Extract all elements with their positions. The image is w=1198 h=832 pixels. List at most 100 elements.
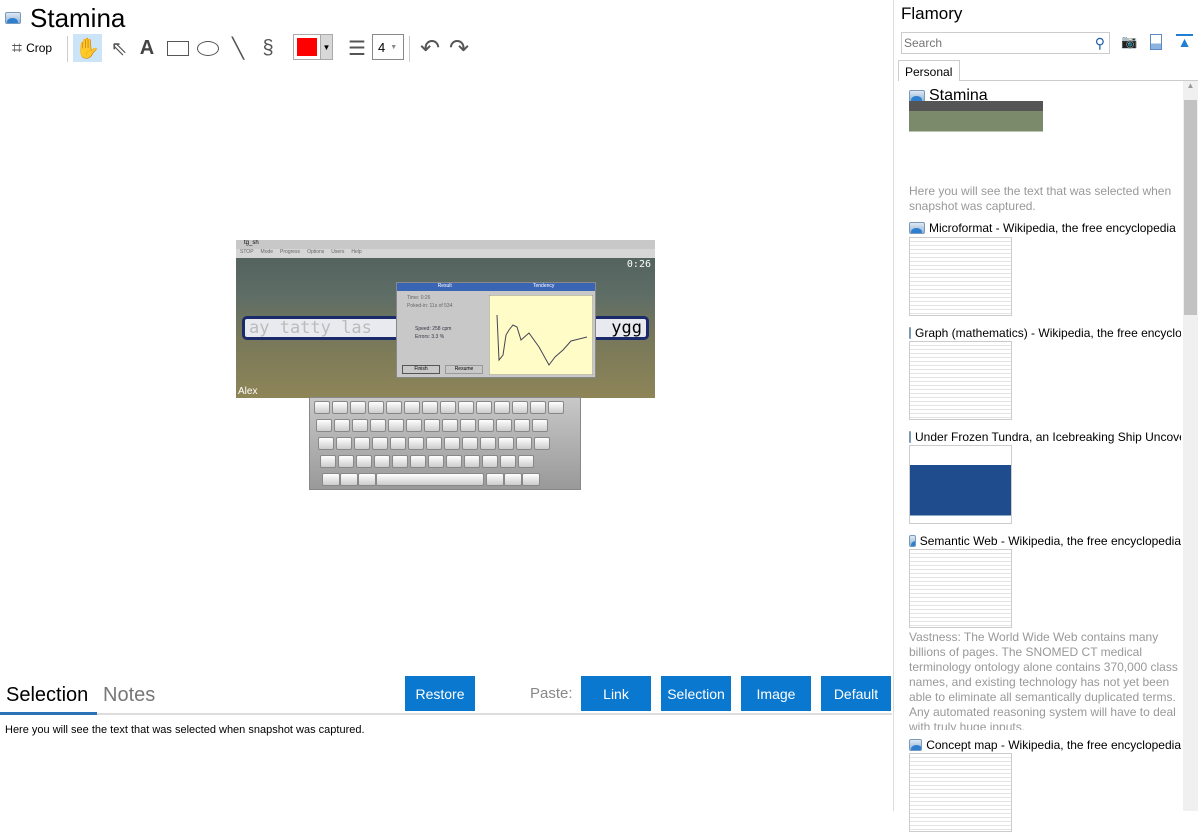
paste-link-button[interactable]: Link (581, 676, 651, 711)
snapshot-key (354, 437, 370, 450)
text-icon: A (139, 36, 155, 59)
line-width-icon: ☰ (348, 37, 366, 60)
camera-icon[interactable]: 📷 (1121, 34, 1137, 50)
search-icon[interactable]: ⚲ (1095, 35, 1109, 52)
snapshot-key (314, 401, 330, 414)
snapshot-key (338, 455, 354, 468)
snapshot-key (388, 419, 404, 432)
line-width-select[interactable]: 4 ▼ (372, 34, 404, 60)
snapshot-key (390, 437, 406, 450)
list-item-thumbnail[interactable] (909, 341, 1012, 420)
list-item-thumbnail[interactable] (909, 101, 1043, 152)
search-field[interactable]: ⚲ (901, 32, 1110, 54)
list-item-thumbnail[interactable] (909, 445, 1012, 524)
crop-button[interactable]: ⌗ Crop (6, 34, 58, 62)
snapshot-key (548, 401, 564, 414)
scroll-up-icon[interactable]: ▲ (1183, 81, 1198, 98)
snapshot-resume: Resume (445, 365, 483, 374)
snapshot-key (336, 437, 352, 450)
freehand-tool-button[interactable]: § (256, 34, 280, 62)
snapshot-user: Alex (238, 386, 258, 397)
snapshot-key (480, 437, 496, 450)
snapshot-key (440, 401, 456, 414)
document-icon[interactable] (1150, 34, 1162, 50)
pointer-icon: ⇖ (110, 37, 128, 60)
snapshot-key (522, 473, 540, 486)
paste-default-button[interactable]: Default (821, 676, 891, 711)
list-item-title[interactable]: Semantic Web - Wikipedia, the free encyc… (909, 534, 1181, 548)
snapshot-key (316, 419, 332, 432)
snapshot-key (352, 419, 368, 432)
divider (97, 713, 892, 715)
snapshot-key (372, 437, 388, 450)
snapshot-keyboard-image (309, 397, 581, 490)
snapshot-tab: Tendency (532, 283, 555, 289)
rectangle-icon (167, 40, 189, 56)
undo-button[interactable]: ↶ (417, 34, 443, 62)
snapshot-key (504, 473, 522, 486)
scrollbar[interactable]: ▲ (1183, 81, 1198, 811)
snapshot-key (478, 419, 494, 432)
chevron-down-icon: ▼ (390, 43, 398, 51)
snapshot-key (462, 437, 478, 450)
line-tool-button[interactable]: ╲ (226, 34, 250, 62)
hand-icon: ✋ (75, 37, 100, 60)
snapshot-menu-item: Help (351, 249, 362, 255)
restore-button[interactable]: Restore (405, 676, 475, 711)
rectangle-tool-button[interactable] (165, 34, 191, 62)
snapshot-menu-item: STOP (240, 249, 254, 255)
snapshot-menu-item: Options (307, 249, 325, 255)
search-input[interactable] (902, 36, 1095, 50)
tab-selection[interactable]: Selection (6, 684, 88, 707)
chevron-down-icon: ▼ (320, 35, 332, 59)
tab-notes[interactable]: Notes (103, 684, 155, 707)
snapshot-result-dialog: Result Tendency Time: 0:26 Poked-in: 11s … (396, 282, 596, 378)
pointer-tool-button[interactable]: ⇖ (106, 34, 132, 62)
hand-tool-button[interactable]: ✋ (73, 34, 102, 62)
list-item-title[interactable]: Microformat - Wikipedia, the free encycl… (909, 221, 1181, 235)
snapshot-key (518, 455, 534, 468)
color-picker[interactable]: ▼ (293, 34, 333, 60)
paste-selection-button[interactable]: Selection (661, 676, 731, 711)
snapshot-key (500, 455, 516, 468)
ellipse-tool-button[interactable] (195, 34, 221, 62)
snapshot-time: Time: 0:26 (407, 295, 431, 301)
snapshot-key (406, 419, 422, 432)
list-item-title[interactable]: Concept map - Wikipedia, the free encycl… (909, 738, 1181, 752)
snapshot-key (498, 437, 514, 450)
snapshot-menu-item: Progress (280, 249, 301, 255)
snapshot-typed-text: ay tatty las (249, 318, 372, 338)
snapshot-key (334, 419, 350, 432)
app-icon (909, 327, 911, 339)
snapshot-key (494, 401, 510, 414)
paste-image-button[interactable]: Image (741, 676, 811, 711)
redo-button[interactable]: ↷ (446, 34, 472, 62)
text-tool-button[interactable]: A (135, 34, 159, 62)
list-item-thumbnail[interactable] (909, 753, 1012, 832)
freehand-icon: § (262, 36, 274, 59)
collapse-top-icon[interactable]: ▲ (1176, 34, 1193, 50)
snapshot-key (426, 437, 442, 450)
snapshot-errors: Errors: 3.3 % (415, 334, 445, 340)
snapshot-key (370, 419, 386, 432)
snapshot-key (464, 455, 480, 468)
tab-personal[interactable]: Personal (898, 60, 960, 81)
snapshot-key (444, 437, 460, 450)
list-item-title[interactable]: Under Frozen Tundra, an Icebreaking Ship… (909, 430, 1181, 444)
list-item-thumbnail[interactable] (909, 549, 1012, 628)
snapshot-key (358, 473, 376, 486)
app-icon (909, 739, 923, 751)
snapshot-key (496, 419, 512, 432)
snapshot-key (350, 401, 366, 414)
editor-pane: Stamina ⌗ Crop ✋ ⇖ A ╲ § ▼ ☰ 4 ▼ ↶ ↷ tg_sh… (0, 0, 894, 811)
snapshot-key (320, 455, 336, 468)
scrollbar-thumb[interactable] (1184, 100, 1197, 315)
app-icon (909, 431, 911, 443)
snapshot-image: tg_sh STOP Mode Progress Options Users Help 0… (236, 240, 655, 398)
snapshot-key (514, 419, 530, 432)
list-item-thumbnail[interactable] (909, 237, 1012, 316)
snapshot-key (386, 401, 402, 414)
snapshot-key (376, 473, 484, 486)
list-item-title[interactable]: Graph (mathematics) - Wikipedia, the fre… (909, 326, 1181, 340)
snapshot-key (482, 455, 498, 468)
